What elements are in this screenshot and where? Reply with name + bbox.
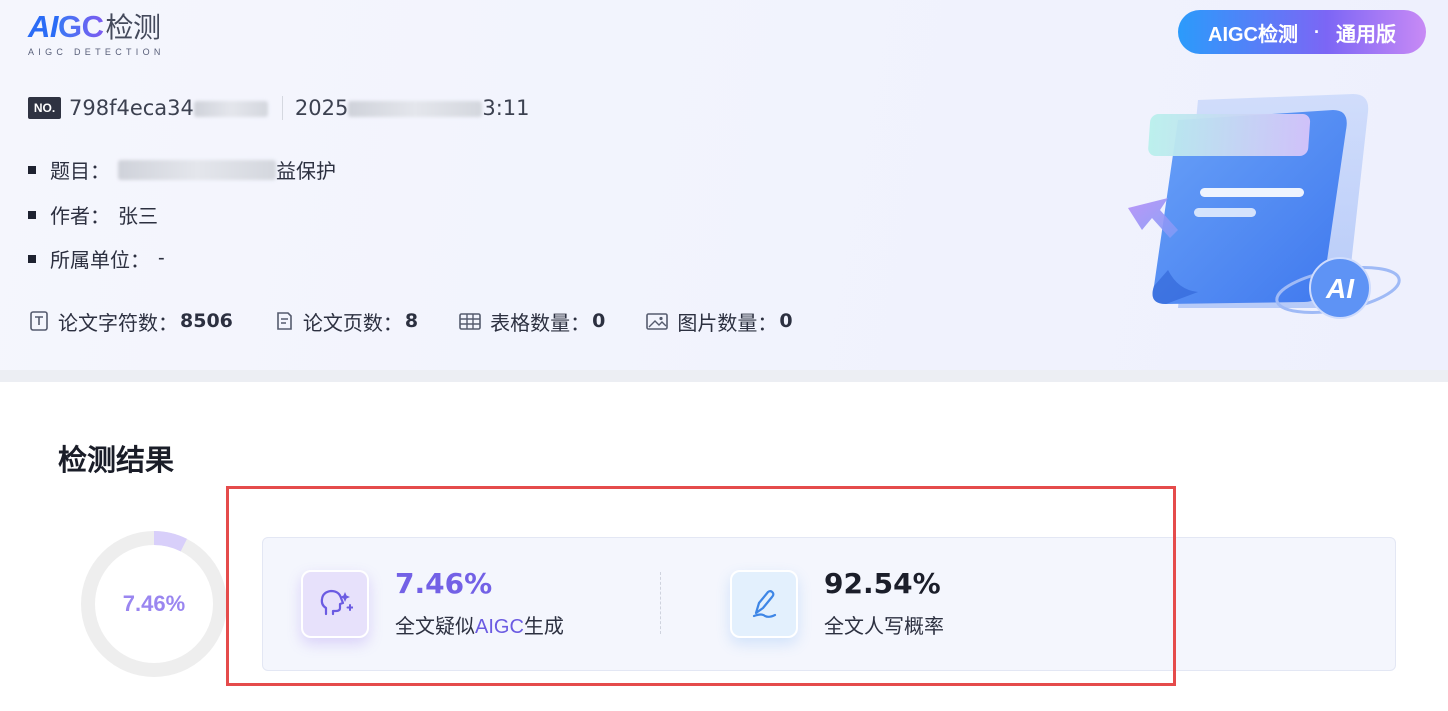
image-icon: [646, 313, 669, 330]
report-id-text: 798f4eca34: [69, 96, 194, 120]
page-count-icon: [277, 312, 292, 330]
author-value: 张三: [118, 206, 158, 228]
illustration-ai-text: AI: [1325, 273, 1355, 304]
redacted-block: [193, 101, 268, 117]
stat-char-value: 8506: [180, 310, 233, 332]
result-card: 7.46% 全文疑似AIGC生成 92.54% 全文人写概率: [262, 537, 1396, 671]
unit-value: -: [158, 247, 165, 269]
text-count-icon: [30, 311, 48, 331]
stat-table-value: 0: [592, 310, 606, 332]
redacted-block: [348, 101, 483, 117]
author-label: 作者：: [50, 206, 110, 228]
info-author-row: 作者： 张三: [28, 200, 158, 229]
table-icon: [459, 313, 481, 330]
aigc-label-highlight: AIGC: [475, 616, 524, 638]
pen-icon: [730, 569, 798, 638]
stat-image-label: 图片数量：: [677, 312, 778, 335]
aigc-label-pre: 全文疑似: [395, 616, 475, 638]
logo-gc-text: GC: [58, 9, 104, 44]
report-header: AI GC 检测 AIGC DETECTION AIGC检测 · 通用版 NO.…: [0, 0, 1448, 370]
ai-document-illustration: AI: [1128, 94, 1401, 319]
ai-head-icon: [301, 569, 369, 638]
meta-separator: [281, 96, 283, 120]
logo-cn-text: 检测: [105, 12, 162, 43]
aigc-percent: 7.46%: [395, 567, 493, 600]
report-meta: NO. 798f4eca34 2025 3:11: [28, 95, 530, 121]
stat-char-label: 论文字符数：: [58, 312, 178, 335]
info-unit-row: 所属单位： -: [28, 244, 165, 273]
bullet-icon: [28, 254, 36, 263]
bullet-icon: [28, 165, 36, 174]
aigc-label-post: 生成: [523, 616, 564, 638]
title-value-text: 益保护: [276, 161, 336, 183]
aigc-metric: 7.46% 全文疑似AIGC生成: [301, 568, 564, 639]
logo-ai-text: AI: [28, 9, 59, 44]
stat-image-count: 图片数量： 0: [645, 307, 793, 336]
metric-separator: [660, 572, 661, 634]
stat-page-count: 论文页数： 8: [273, 307, 418, 336]
human-metric: 92.54% 全文人写概率: [730, 568, 944, 639]
stat-image-value: 0: [779, 310, 793, 332]
title-value: 益保护: [118, 155, 336, 184]
stat-page-value: 8: [404, 310, 419, 332]
badge-edition: 通用版: [1336, 23, 1396, 46]
report-date-prefix: 2025: [294, 96, 349, 120]
stat-table-count: 表格数量： 0: [458, 307, 605, 336]
result-title: 检测结果: [58, 445, 175, 477]
unit-label: 所属单位：: [50, 250, 150, 272]
aigc-logo: AI GC 检测 AIGC DETECTION: [28, 10, 165, 60]
redacted-block: [118, 159, 276, 180]
human-label: 全文人写概率: [824, 616, 944, 638]
title-label: 题目：: [50, 161, 110, 183]
stat-page-label: 论文页数：: [302, 312, 403, 335]
badge-dot: ·: [1314, 21, 1320, 42]
no-tag: NO.: [28, 97, 61, 119]
logo-subtitle: AIGC DETECTION: [28, 47, 165, 57]
edition-badge: AIGC检测 · 通用版: [1178, 10, 1426, 54]
human-percent: 92.54%: [824, 567, 941, 600]
stat-char-count: 论文字符数： 8506: [28, 307, 233, 336]
aigc-label: 全文疑似AIGC生成: [395, 610, 564, 639]
paper-stats: 论文字符数： 8506 论文页数： 8 表格数量： 0 图片数量： 0: [28, 306, 833, 336]
bullet-icon: [28, 210, 36, 219]
stat-table-label: 表格数量：: [490, 312, 591, 335]
badge-product: AIGC检测: [1208, 23, 1298, 46]
report-date-suffix: 3:11: [482, 96, 530, 120]
section-divider: [0, 370, 1448, 382]
ring-percent: 7.46%: [122, 591, 186, 616]
report-id: 798f4eca34: [69, 96, 268, 120]
info-title-row: 题目： 益保护: [28, 155, 336, 184]
report-date: 2025 3:11: [295, 96, 530, 120]
